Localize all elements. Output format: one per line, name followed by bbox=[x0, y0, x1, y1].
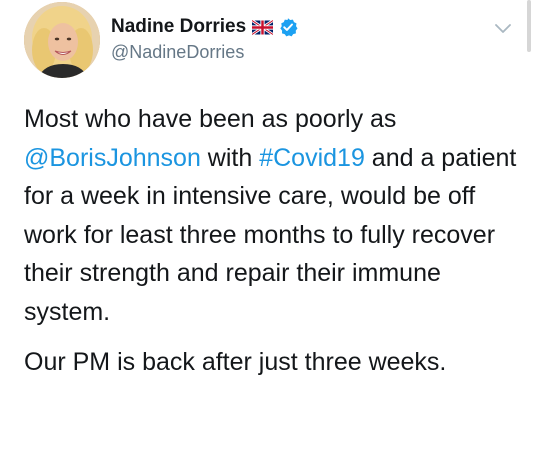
display-name[interactable]: Nadine Dorries bbox=[111, 16, 246, 38]
mention-link[interactable]: @BorisJohnson bbox=[24, 144, 201, 172]
tweet-paragraph-2: Our PM is back after just three weeks. bbox=[24, 348, 447, 376]
tweet-text: Most who have been as poorly as @BorisJoh… bbox=[24, 100, 524, 382]
hashtag-link[interactable]: #Covid19 bbox=[259, 144, 365, 172]
avatar[interactable] bbox=[24, 2, 100, 78]
tweet-header: Nadine Dorries @NadineDorries bbox=[111, 14, 298, 63]
scrollbar[interactable] bbox=[527, 0, 531, 52]
verified-badge-icon bbox=[278, 17, 298, 37]
text-segment: Most who have been as poorly as bbox=[24, 105, 397, 133]
tweet: Nadine Dorries @NadineDorries Most who h… bbox=[0, 0, 534, 462]
text-segment: with bbox=[200, 143, 260, 172]
tweet-paragraph-1: Most who have been as poorly as @BorisJoh… bbox=[24, 100, 524, 331]
name-row: Nadine Dorries bbox=[111, 14, 298, 40]
chevron-down-icon[interactable] bbox=[494, 22, 512, 36]
uk-flag-icon bbox=[251, 18, 274, 36]
user-handle[interactable]: @NadineDorries bbox=[111, 42, 298, 63]
avatar-portrait-icon bbox=[24, 2, 100, 78]
